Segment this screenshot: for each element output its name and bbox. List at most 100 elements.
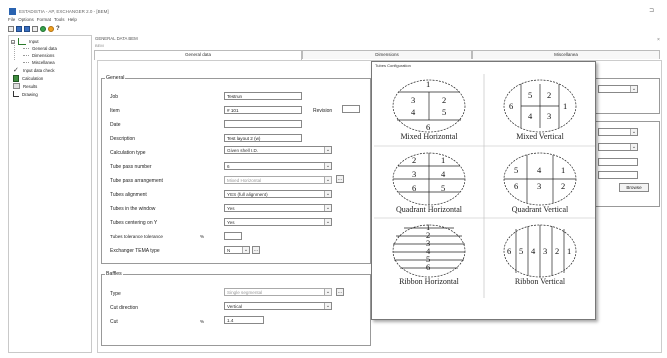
menu-options[interactable]: Options bbox=[18, 17, 34, 24]
chevron-down-icon: ⌄ bbox=[324, 147, 331, 153]
tema-type-label: Exchanger TEMA type bbox=[110, 248, 160, 254]
right-top-select[interactable]: ⌄ bbox=[598, 85, 638, 93]
tab-dimensions[interactable]: Dimensions bbox=[302, 50, 472, 59]
baffles-group bbox=[101, 274, 371, 346]
tree-node-calculation[interactable]: Calculation bbox=[13, 75, 43, 82]
chevron-down-icon: ⌄ bbox=[630, 144, 637, 150]
tubes-configuration-popup: Tubes Configuration 1 2 3 4 5 6 Mixed Ho… bbox=[371, 61, 596, 320]
revision-label: Revision bbox=[313, 108, 333, 114]
tube-arrangement-select[interactable]: Mixed Horizontal ⌄ bbox=[224, 176, 332, 184]
tube-arrangement-label: Tube pass arrangement bbox=[110, 178, 163, 184]
tab-strip: General data Dimensions Miscellanea bbox=[94, 50, 660, 60]
calculator-icon bbox=[13, 75, 19, 82]
tube-passes-label: Tube pass number bbox=[110, 164, 152, 170]
navigation-tree: − Input General data Dimensions Miscella… bbox=[8, 35, 92, 353]
revision-field[interactable] bbox=[342, 105, 360, 113]
right-field-2[interactable] bbox=[598, 171, 638, 179]
baffle-type-picker-button[interactable]: ... bbox=[336, 288, 344, 296]
job-label: Job bbox=[110, 94, 119, 100]
input-icon bbox=[18, 38, 26, 45]
baffles-group-title: Baffles bbox=[105, 271, 123, 277]
tree-node-input-check[interactable]: ✓ Input data check bbox=[13, 67, 55, 74]
baffle-type-label: Type bbox=[110, 291, 121, 297]
document-close-icon[interactable]: × bbox=[657, 37, 660, 43]
chevron-down-icon: ⌄ bbox=[324, 191, 331, 197]
tubes-window-select[interactable]: Yes ⌄ bbox=[224, 204, 332, 212]
drawing-icon bbox=[13, 91, 19, 97]
baffle-type-select[interactable]: Single segmental ⌄ bbox=[224, 288, 332, 296]
tree-node-drawing[interactable]: Drawing bbox=[13, 91, 38, 97]
cut-field[interactable]: 1.4 bbox=[224, 316, 264, 324]
popup-grid-lines bbox=[374, 74, 595, 298]
description-label: Description bbox=[110, 136, 136, 142]
document-title: GENERAL DATA BEM bbox=[95, 36, 138, 41]
tree-node-general[interactable]: General data bbox=[23, 46, 57, 51]
app-icon bbox=[9, 8, 16, 15]
new-file-icon[interactable] bbox=[8, 26, 14, 32]
title-bar: ESTADISTIA - AP, EXCHANGER 2.0 - [BEM] ⊐ bbox=[0, 0, 667, 16]
help-icon[interactable]: ? bbox=[56, 26, 61, 32]
chevron-down-icon: ⌄ bbox=[324, 303, 331, 309]
chevron-down-icon: ⌄ bbox=[324, 219, 331, 225]
tree-node-input[interactable]: − Input bbox=[11, 38, 39, 45]
leaf-icon bbox=[23, 62, 29, 63]
open-folder-icon[interactable] bbox=[16, 26, 22, 32]
document-caption: BEM bbox=[95, 43, 104, 48]
menu-tools[interactable]: Tools bbox=[54, 17, 65, 24]
tubes-centering-select[interactable]: Yes ⌄ bbox=[224, 218, 332, 226]
checkmark-icon: ✓ bbox=[13, 67, 19, 74]
save-icon[interactable] bbox=[24, 26, 30, 32]
chevron-down-icon: ⌄ bbox=[324, 289, 331, 295]
tab-miscellanea[interactable]: Miscellanea bbox=[472, 50, 660, 59]
tubes-window-label: Tubes in the window bbox=[110, 206, 156, 212]
settings-icon[interactable] bbox=[48, 26, 54, 32]
cut-direction-label: Cut direction bbox=[110, 305, 139, 311]
tubes-tolerance-label: Tubes tolerance tolerance bbox=[110, 234, 163, 239]
browse-button[interactable]: Browse bbox=[619, 183, 649, 192]
window-close-icon[interactable]: ⊐ bbox=[649, 7, 654, 14]
tema-type-select[interactable]: N ⌄ bbox=[224, 246, 250, 254]
calculation-type-label: Calculation type bbox=[110, 150, 146, 156]
chevron-down-icon: ⌄ bbox=[324, 163, 331, 169]
tubes-centering-label: Tubes centering on Y bbox=[110, 220, 158, 226]
tube-passes-select[interactable]: 6 ⌄ bbox=[224, 162, 332, 170]
cut-unit: % bbox=[200, 319, 205, 324]
run-icon[interactable] bbox=[40, 26, 46, 32]
chevron-down-icon: ⌄ bbox=[242, 247, 249, 253]
leaf-icon bbox=[23, 55, 29, 56]
chevron-down-icon: ⌄ bbox=[630, 86, 637, 92]
date-label: Date bbox=[110, 122, 121, 128]
tab-general-data[interactable]: General data bbox=[94, 50, 302, 60]
item-field[interactable]: # 101 bbox=[224, 106, 302, 114]
right-select-2[interactable]: ⌄ bbox=[598, 143, 638, 151]
tube-arrangement-picker-button[interactable]: ... bbox=[336, 175, 344, 183]
chevron-down-icon: ⌄ bbox=[324, 205, 331, 211]
menu-bar: File Options Format Tools Help bbox=[8, 17, 77, 24]
chevron-down-icon: ⌄ bbox=[324, 177, 331, 183]
item-label: Item bbox=[110, 108, 120, 114]
menu-file[interactable]: File bbox=[8, 17, 15, 24]
check-icon[interactable] bbox=[32, 26, 38, 32]
leaf-icon bbox=[23, 48, 29, 49]
date-field[interactable] bbox=[224, 120, 302, 128]
tube-alignment-select[interactable]: YES (full alignment) ⌄ bbox=[224, 190, 332, 198]
results-icon bbox=[13, 83, 20, 89]
tree-node-dimensions[interactable]: Dimensions bbox=[23, 53, 54, 58]
tree-node-miscellanea[interactable]: Miscellanea bbox=[23, 60, 55, 65]
cut-direction-select[interactable]: Vertical ⌄ bbox=[224, 302, 332, 310]
tema-type-picker-button[interactable]: ... bbox=[252, 246, 260, 254]
job-field[interactable]: Testrun bbox=[224, 92, 302, 100]
right-field-1[interactable] bbox=[598, 158, 638, 166]
right-select-1[interactable]: ⌄ bbox=[598, 128, 638, 136]
calculation-type-select[interactable]: Given shell I.D. ⌄ bbox=[224, 146, 332, 154]
description-field[interactable]: Test layout 2 (w) bbox=[224, 134, 302, 142]
tubes-tolerance-unit: % bbox=[200, 234, 205, 239]
menu-help[interactable]: Help bbox=[68, 17, 77, 24]
tube-alignment-label: Tubes alignment bbox=[110, 192, 147, 198]
cut-label: Cut bbox=[110, 319, 118, 325]
window-title: ESTADISTIA - AP, EXCHANGER 2.0 - [BEM] bbox=[19, 9, 109, 14]
tree-node-results[interactable]: Results bbox=[13, 83, 37, 89]
tubes-tolerance-field[interactable] bbox=[224, 232, 242, 240]
toolbar: ? bbox=[8, 25, 61, 33]
menu-format[interactable]: Format bbox=[37, 17, 51, 24]
